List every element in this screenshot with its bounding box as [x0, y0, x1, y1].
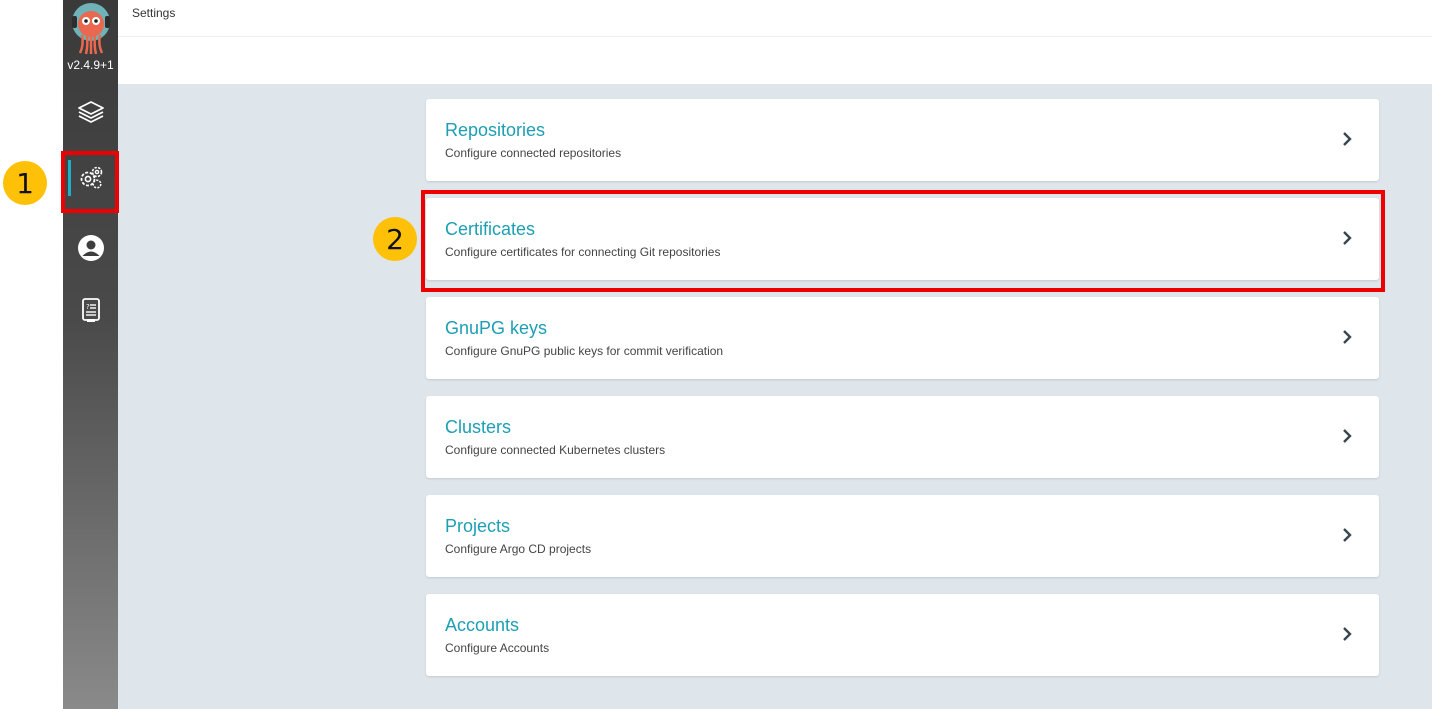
- settings-card-certificates[interactable]: Certificates Configure certificates for …: [426, 198, 1379, 280]
- chevron-right-icon: [1343, 231, 1352, 245]
- card-description: Configure connected Kubernetes clusters: [445, 443, 666, 457]
- sidebar-item-documentation[interactable]: ?: [63, 284, 118, 336]
- settings-card-accounts[interactable]: Accounts Configure Accounts: [426, 594, 1379, 676]
- settings-card-repositories[interactable]: Repositories Configure connected reposit…: [426, 99, 1379, 181]
- sidebar-item-user-info[interactable]: [63, 222, 118, 274]
- card-description: Configure certificates for connecting Gi…: [445, 245, 721, 259]
- version-label: v2.4.9+1: [67, 58, 114, 72]
- divider: [118, 36, 1432, 37]
- app-root: v2.4.9+1 ? Settings Repositories Configu…: [0, 0, 1432, 709]
- card-description: Configure Accounts: [445, 641, 550, 655]
- card-description: Configure GnuPG public keys for commit v…: [445, 344, 724, 358]
- argo-logo-icon[interactable]: [68, 2, 114, 56]
- card-description: Configure Argo CD projects: [445, 542, 592, 556]
- docs-icon: ?: [81, 298, 100, 322]
- settings-card-clusters[interactable]: Clusters Configure connected Kubernetes …: [426, 396, 1379, 478]
- page-title: Settings: [132, 6, 176, 20]
- chevron-right-icon: [1343, 429, 1352, 443]
- settings-content: Repositories Configure connected reposit…: [118, 84, 1432, 709]
- chevron-right-icon: [1343, 330, 1352, 344]
- settings-card-projects[interactable]: Projects Configure Argo CD projects: [426, 495, 1379, 577]
- card-title: Accounts: [445, 615, 520, 635]
- sidebar-item-settings[interactable]: [63, 152, 118, 204]
- card-title: Projects: [445, 516, 511, 536]
- svg-text:?: ?: [86, 303, 90, 311]
- card-title: GnuPG keys: [445, 318, 548, 338]
- card-title: Certificates: [445, 219, 536, 239]
- sidebar: v2.4.9+1 ?: [63, 0, 118, 709]
- gear-icon: [80, 166, 102, 189]
- chevron-right-icon: [1343, 528, 1352, 542]
- card-description: Configure connected repositories: [445, 146, 622, 160]
- step-badge-1: 1: [3, 161, 47, 205]
- settings-card-gnupg-keys[interactable]: GnuPG keys Configure GnuPG public keys f…: [426, 297, 1379, 379]
- layers-icon: [77, 101, 104, 123]
- card-title: Clusters: [445, 417, 512, 437]
- card-title: Repositories: [445, 120, 546, 140]
- user-circle-icon: [77, 235, 104, 261]
- top-bar: Settings: [118, 0, 1432, 84]
- sidebar-item-applications[interactable]: [63, 86, 118, 138]
- chevron-right-icon: [1343, 627, 1352, 641]
- step-badge-2: 2: [373, 217, 417, 261]
- chevron-right-icon: [1343, 132, 1352, 146]
